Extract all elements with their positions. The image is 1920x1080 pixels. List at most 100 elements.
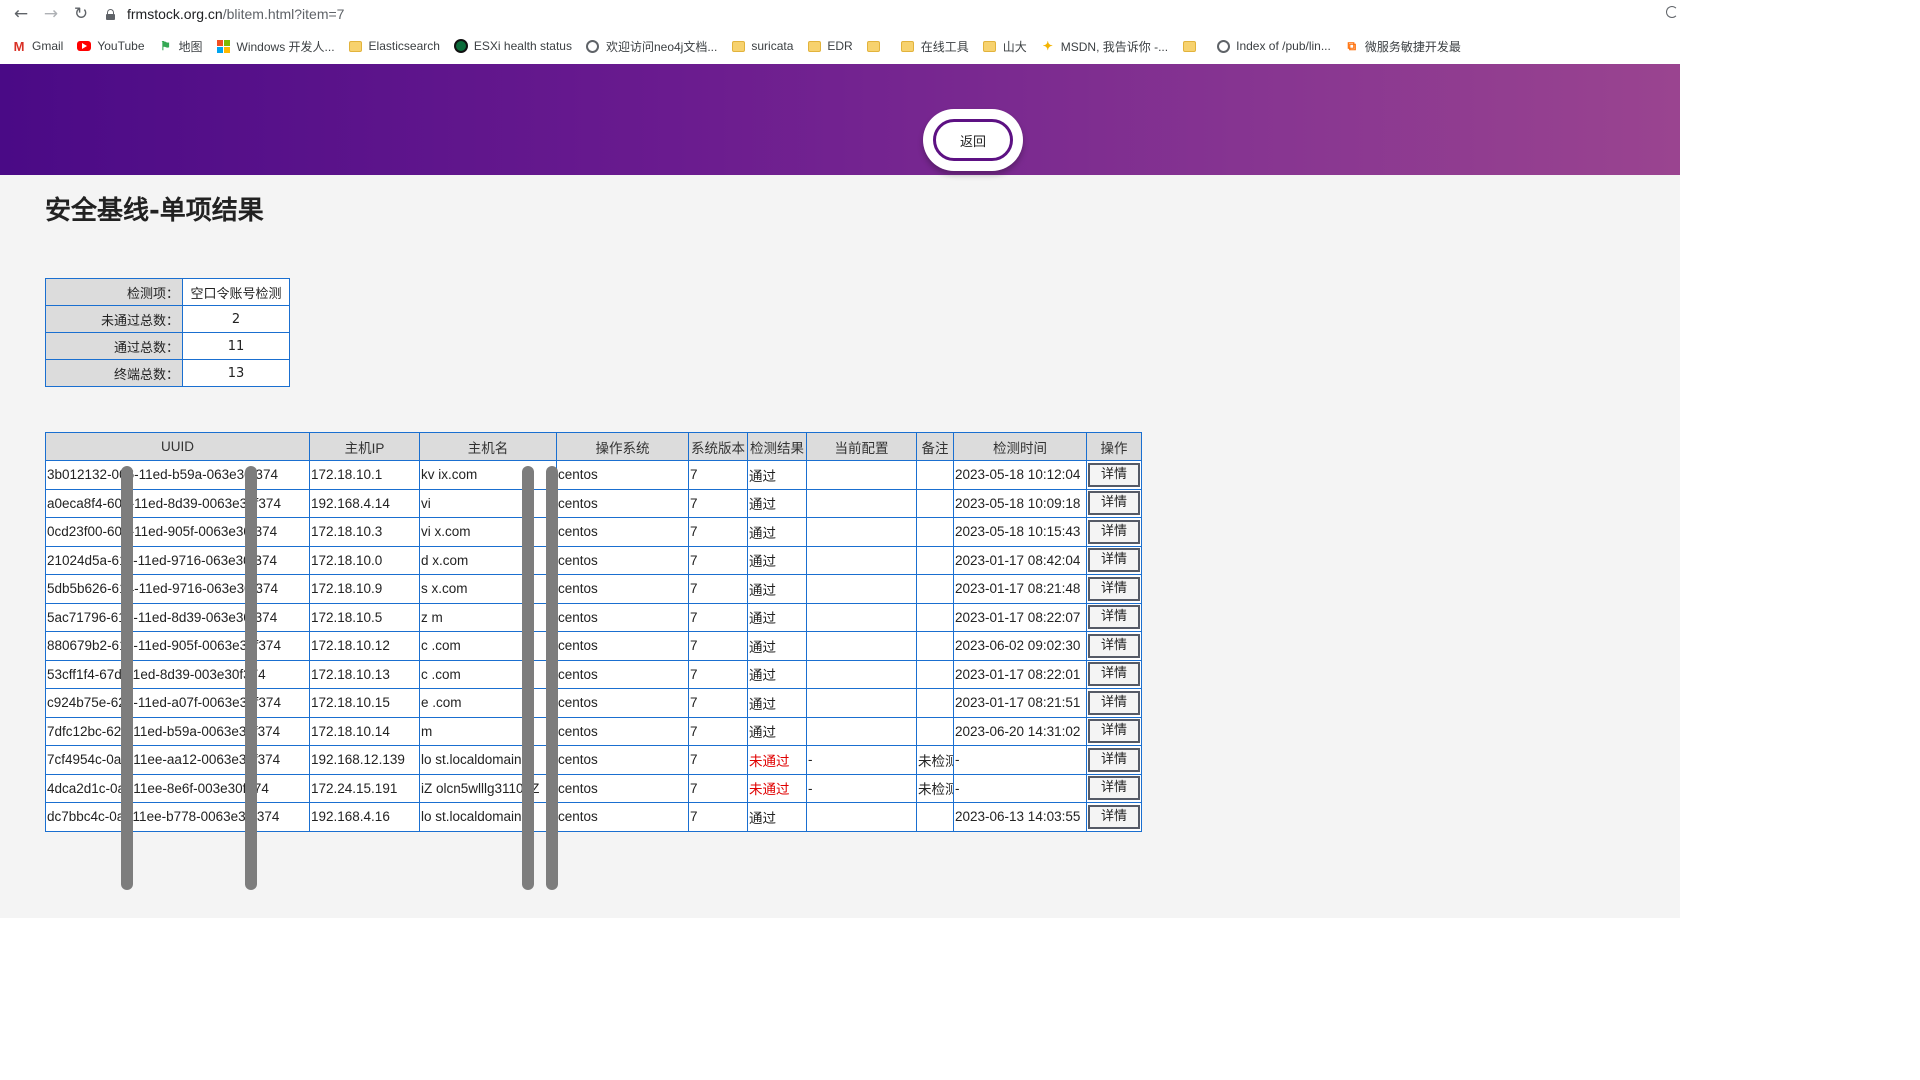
result-cell: 通过 [747, 517, 807, 547]
remark-cell [916, 688, 954, 718]
os-cell: centos [556, 773, 689, 803]
column-header[interactable]: UUID [45, 432, 310, 461]
bookmark-label: YouTube [97, 39, 145, 53]
back-arrow-icon[interactable]: ← [8, 1, 34, 27]
bookmark-item[interactable]: EDR [807, 39, 853, 53]
table-row: c924b75e-6⁠23-11ed-a07f-00⁠63e30f374 172.… [45, 688, 1142, 718]
bookmark-item[interactable]: ⧉ 微服务敏捷开发最 [1345, 38, 1461, 55]
table-row: 21024d5a-6⁠11-11ed-9716-0⁠63e30f374 172.1… [45, 545, 1142, 575]
detail-button[interactable]: 详情 [1088, 605, 1140, 630]
bookmark-item[interactable] [867, 39, 887, 53]
detail-button[interactable]: 详情 [1088, 548, 1140, 573]
bookmark-item[interactable]: YouTube [77, 39, 145, 53]
windows-icon [217, 39, 231, 53]
bookmark-label: Gmail [32, 39, 64, 53]
detail-button[interactable]: 详情 [1088, 719, 1140, 744]
column-header[interactable]: 主机IP [309, 432, 420, 461]
url-field[interactable]: frmstock.org.cn/blitem.html?item=7 [106, 6, 344, 22]
remark-cell [916, 631, 954, 661]
summary-row: 终端总数： 13 [45, 359, 290, 387]
table-row: 53cff1f4-67⁠d-11ed-8d39-00⁠3e30f374 172.1… [45, 659, 1142, 689]
current-config-cell: - [806, 745, 917, 775]
os-cell: centos [556, 545, 689, 575]
detail-button[interactable]: 详情 [1088, 690, 1140, 715]
bookmark-item[interactable]: Index of /pub/lin... [1216, 39, 1331, 53]
column-header[interactable]: 系统版本 [688, 432, 748, 461]
current-config-cell [806, 716, 917, 746]
forward-arrow-icon[interactable]: → [38, 1, 64, 27]
bookmark-item[interactable]: M Gmail [12, 39, 64, 54]
uuid-cell: 53cff1f4-67⁠d-11ed-8d39-00⁠3e30f374 [45, 659, 310, 689]
bookmark-item[interactable]: suricata [731, 39, 793, 53]
column-header[interactable]: 当前配置 [806, 432, 917, 461]
current-config-cell [806, 517, 917, 547]
check-time-cell: 2023-06-02 09:02:30 [953, 631, 1087, 661]
uuid-cell: 5db5b626-6⁠14-11ed-9716-0⁠63e30f374 [45, 574, 310, 604]
esxi-icon [453, 39, 468, 53]
check-time-cell: 2023-01-17 08:22:01 [953, 659, 1087, 689]
host-ip-cell: 192.168.4.16 [309, 802, 420, 832]
youtube-icon [77, 39, 92, 53]
column-header[interactable]: 操作 [1086, 432, 1142, 461]
detail-button[interactable]: 详情 [1088, 747, 1140, 772]
detail-button[interactable]: 详情 [1088, 662, 1140, 687]
bookmark-item[interactable]: Elasticsearch [349, 39, 440, 53]
detail-button[interactable]: 详情 [1088, 462, 1140, 487]
detail-button[interactable]: 详情 [1088, 633, 1140, 658]
host-ip-cell: 172.18.10.0 [309, 545, 420, 575]
detail-button[interactable]: 详情 [1088, 776, 1140, 801]
action-cell: 详情 [1086, 688, 1142, 718]
folder-icon [1182, 39, 1196, 53]
bookmark-item[interactable]: ESXi health status [453, 39, 572, 53]
action-cell: 详情 [1086, 802, 1142, 832]
result-cell: 通过 [747, 688, 807, 718]
detail-button[interactable]: 详情 [1088, 491, 1140, 516]
action-cell: 详情 [1086, 460, 1142, 490]
google-lens-icon[interactable] [1666, 6, 1678, 18]
bookmark-label: MSDN, 我告诉你 -... [1060, 39, 1169, 54]
column-header[interactable]: 操作系统 [556, 432, 689, 461]
bookmark-label: suricata [751, 39, 794, 53]
bookmark-item[interactable]: 欢迎访问neo4j文档... [586, 38, 717, 55]
host-ip-cell: 172.18.10.15 [309, 688, 420, 718]
current-config-cell [806, 688, 917, 718]
bookmark-item[interactable] [1182, 39, 1202, 53]
page-title: 安全基线-单项结果 [45, 196, 264, 226]
bookmark-item[interactable]: 山大 [983, 38, 1027, 55]
result-cell: 通过 [747, 460, 807, 490]
summary-row: 检测项： 空口令账号检测 [45, 278, 290, 306]
column-header[interactable]: 检测时间 [953, 432, 1087, 461]
os-version-cell: 7 [688, 802, 748, 832]
hostname-cell: lo st.localdomain [419, 802, 557, 832]
detail-button[interactable]: 详情 [1088, 519, 1140, 544]
host-ip-cell: 172.18.10.13 [309, 659, 420, 689]
bookmark-item[interactable]: 在线工具 [901, 38, 969, 55]
column-header[interactable]: 备注 [916, 432, 954, 461]
os-version-cell: 7 [688, 517, 748, 547]
folder-icon [867, 39, 881, 53]
check-time-cell: 2023-01-17 08:21:48 [953, 574, 1087, 604]
action-cell: 详情 [1086, 545, 1142, 575]
maps-icon: ⚑ [160, 39, 171, 53]
browser-address-bar: ← → ↻ frmstock.org.cn/blitem.html?item=7 [0, 0, 1680, 28]
reload-icon[interactable]: ↻ [68, 1, 94, 27]
check-time-cell: 2023-01-17 08:21:51 [953, 688, 1087, 718]
folder-icon [731, 39, 745, 53]
detail-button[interactable]: 详情 [1088, 576, 1140, 601]
bookmark-item[interactable]: Windows 开发人... [217, 38, 335, 55]
current-config-cell [806, 802, 917, 832]
current-config-cell: - [806, 773, 917, 803]
action-cell: 详情 [1086, 745, 1142, 775]
detail-button[interactable]: 详情 [1088, 804, 1140, 829]
column-header[interactable]: 检测结果 [747, 432, 807, 461]
redaction-mark [546, 466, 558, 890]
link-icon: ⧉ [1347, 38, 1357, 53]
table-row: 3b012132-0⁠06-11ed-b59a-0⁠63e30f374 172.1… [45, 460, 1142, 490]
result-cell: 通过 [747, 716, 807, 746]
bookmark-item[interactable]: ⚑ 地图 [159, 38, 202, 55]
back-button[interactable]: 返回 [933, 119, 1013, 161]
bookmark-item[interactable]: ✦ MSDN, 我告诉你 -... [1041, 38, 1168, 55]
summary-key: 检测项： [45, 278, 183, 306]
column-header[interactable]: 主机名 [419, 432, 557, 461]
action-cell: 详情 [1086, 602, 1142, 632]
